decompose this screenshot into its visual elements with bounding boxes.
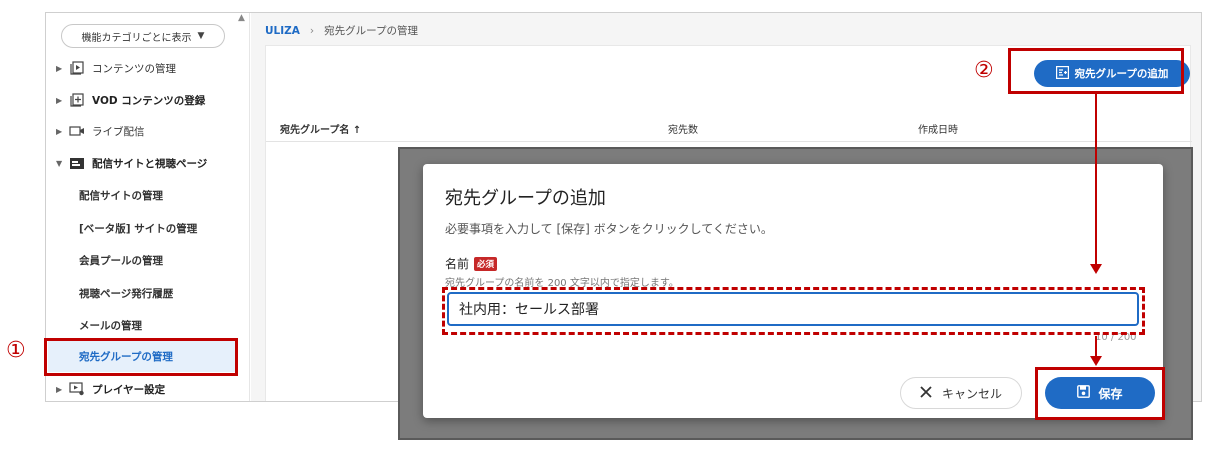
sidebar-item-player-settings[interactable]: ▶ プレイヤー設定 <box>56 379 165 399</box>
arrow-line-to-input <box>1095 94 1097 264</box>
sidebar-subitem-label: メールの管理 <box>79 319 142 332</box>
sidebar-item-delivery-site[interactable]: ▼ 配信サイトと視聴ページ <box>56 153 207 173</box>
sidebar-item-label: ライブ配信 <box>92 125 145 138</box>
sidebar-item-label: VOD コンテンツの登録 <box>92 94 206 107</box>
arrow-head-down-icon <box>1090 356 1102 366</box>
sidebar-item-live[interactable]: ▶ ライブ配信 <box>56 121 145 141</box>
dialog-title: 宛先グループの追加 <box>445 188 606 209</box>
scroll-up-icon[interactable]: ▲ <box>238 13 245 23</box>
column-label: 宛先グループ名 <box>280 125 350 136</box>
sidebar-item-label: コンテンツの管理 <box>92 62 176 75</box>
close-icon <box>920 385 932 401</box>
column-header-created-at[interactable]: 作成日時 <box>918 121 958 136</box>
caret-down-icon: ▼ <box>197 31 205 41</box>
sidebar-subitem-label: [ベータ版] サイトの管理 <box>79 222 198 235</box>
expand-right-icon: ▶ <box>56 126 63 136</box>
column-header-recipient-count[interactable]: 宛先数 <box>668 121 698 136</box>
highlight-step2-box <box>1008 48 1184 94</box>
category-view-button[interactable]: 機能カテゴリごとに表示 ▼ <box>61 24 225 48</box>
sidebar-subitem-delivery-site[interactable]: 配信サイトの管理 <box>79 185 163 205</box>
breadcrumb: ULIZA › 宛先グループの管理 <box>265 23 418 38</box>
sidebar-item-content[interactable]: ▶ コンテンツの管理 <box>56 58 176 78</box>
arrow-line-to-save <box>1095 336 1097 356</box>
expand-down-icon: ▼ <box>56 158 63 168</box>
field-label-text: 名前 <box>445 257 470 271</box>
sidebar-subitem-mail[interactable]: メールの管理 <box>79 315 142 335</box>
sidebar-item-label: 配信サイトと視聴ページ <box>92 157 208 170</box>
breadcrumb-separator: › <box>309 24 315 37</box>
name-field-label: 名前 必須 <box>445 255 498 272</box>
step2-number: ② <box>974 58 994 83</box>
add-content-icon <box>68 93 86 107</box>
sidebar-item-label: プレイヤー設定 <box>92 383 166 396</box>
step1-number: ① <box>6 338 26 363</box>
cancel-label: キャンセル <box>941 386 1002 401</box>
highlight-step1-box <box>44 338 238 376</box>
sort-ascending-icon: ↑ <box>352 125 362 136</box>
sidebar-subitem-view-history[interactable]: 視聴ページ発行履歴 <box>79 283 173 303</box>
expand-right-icon: ▶ <box>56 384 63 394</box>
required-badge: 必須 <box>474 256 498 271</box>
highlight-input-box <box>442 287 1145 335</box>
cancel-button[interactable]: キャンセル <box>900 377 1022 409</box>
site-icon <box>68 156 86 170</box>
sidebar-item-vod-register[interactable]: ▶ VOD コンテンツの登録 <box>56 90 205 110</box>
breadcrumb-home[interactable]: ULIZA <box>265 25 300 37</box>
sidebar-subitem-beta-site[interactable]: [ベータ版] サイトの管理 <box>79 218 197 238</box>
dialog-description: 必要事項を入力して [保存] ボタンをクリックしてください。 <box>445 222 773 236</box>
sidebar-subitem-label: 配信サイトの管理 <box>79 189 163 202</box>
player-settings-icon <box>68 382 86 396</box>
video-camera-icon <box>68 124 86 138</box>
category-view-label: 機能カテゴリごとに表示 <box>81 32 192 44</box>
arrow-head-down-icon <box>1090 264 1102 274</box>
sidebar-subitem-label: 会員プールの管理 <box>79 254 163 267</box>
highlight-save-box <box>1035 367 1165 420</box>
column-header-group-name[interactable]: 宛先グループ名 ↑ <box>280 121 361 136</box>
sidebar-subitem-member-pool[interactable]: 会員プールの管理 <box>79 250 163 270</box>
breadcrumb-current: 宛先グループの管理 <box>324 25 418 37</box>
expand-right-icon: ▶ <box>56 63 63 73</box>
expand-right-icon: ▶ <box>56 95 63 105</box>
sidebar-subitem-label: 視聴ページ発行履歴 <box>79 287 174 300</box>
table-header: 宛先グループ名 ↑ 宛先数 作成日時 <box>266 112 1192 142</box>
content-icon <box>68 61 86 75</box>
